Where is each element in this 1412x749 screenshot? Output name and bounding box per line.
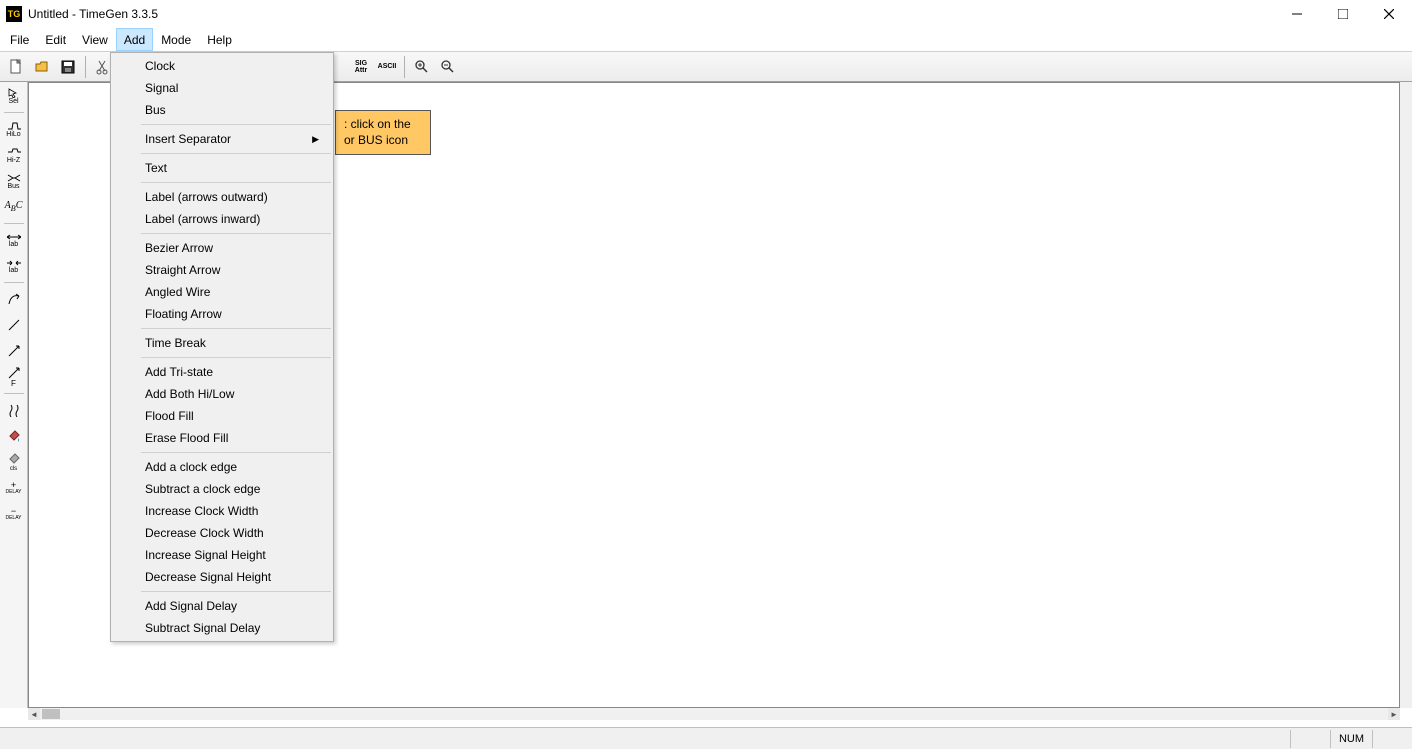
menu-bar: File Edit View Add Mode Help — [0, 28, 1412, 52]
app-icon: TG — [6, 6, 22, 22]
new-file-button[interactable] — [4, 55, 28, 79]
hint-line1: : click on the — [344, 117, 411, 131]
menu-item-decrease-clock-width[interactable]: Decrease Clock Width — [111, 522, 333, 544]
left-tool-palette: Sel HiLo Hi-Z Bus ABC lab lab F cls +DEL… — [0, 82, 28, 708]
menu-separator — [141, 153, 331, 154]
hiz-tool[interactable]: Hi-Z — [2, 143, 26, 167]
zoom-out-button[interactable] — [436, 55, 460, 79]
status-panel-empty1 — [1290, 730, 1330, 748]
menu-separator — [141, 328, 331, 329]
menu-item-time-break[interactable]: Time Break — [111, 332, 333, 354]
hint-tooltip: : click on the or BUS icon — [335, 110, 431, 155]
menu-item-label-inward[interactable]: Label (arrows inward) — [111, 208, 333, 230]
status-bar: NUM — [0, 727, 1412, 749]
bezier-arrow-tool[interactable] — [2, 287, 26, 311]
palette-separator — [4, 223, 24, 224]
menu-view[interactable]: View — [74, 28, 116, 51]
scroll-right-icon[interactable]: ► — [1388, 708, 1400, 720]
subtract-delay-tool[interactable]: −DELAY — [2, 502, 26, 526]
menu-separator — [141, 124, 331, 125]
palette-separator — [4, 112, 24, 113]
menu-item-insert-separator[interactable]: Insert Separator ▶ — [111, 128, 333, 150]
sig-attr-button[interactable]: SIGAttr — [349, 55, 373, 79]
menu-separator — [141, 591, 331, 592]
add-delay-tool[interactable]: +DELAY — [2, 476, 26, 500]
menu-item-bezier-arrow[interactable]: Bezier Arrow — [111, 237, 333, 259]
palette-separator — [4, 393, 24, 394]
zoom-in-button[interactable] — [410, 55, 434, 79]
menu-item-erase-flood-fill[interactable]: Erase Flood Fill — [111, 427, 333, 449]
menu-item-increase-signal-height[interactable]: Increase Signal Height — [111, 544, 333, 566]
menu-separator — [141, 452, 331, 453]
menu-item-label: Insert Separator — [145, 132, 231, 146]
menu-item-add-clock-edge[interactable]: Add a clock edge — [111, 456, 333, 478]
palette-separator — [4, 282, 24, 283]
menu-separator — [141, 233, 331, 234]
toolbar-separator — [85, 56, 86, 78]
menu-item-subtract-signal-delay[interactable]: Subtract Signal Delay — [111, 617, 333, 639]
menu-item-clock[interactable]: Clock — [111, 55, 333, 77]
menu-item-decrease-signal-height[interactable]: Decrease Signal Height — [111, 566, 333, 588]
menu-item-add-both-hilow[interactable]: Add Both Hi/Low — [111, 383, 333, 405]
time-break-tool[interactable] — [2, 398, 26, 422]
erase-flood-tool[interactable]: cls — [2, 450, 26, 474]
menu-item-add-signal-delay[interactable]: Add Signal Delay — [111, 595, 333, 617]
menu-item-bus[interactable]: Bus — [111, 99, 333, 121]
vertical-scrollbar[interactable] — [1400, 82, 1412, 708]
menu-item-label-outward[interactable]: Label (arrows outward) — [111, 186, 333, 208]
menu-item-subtract-clock-edge[interactable]: Subtract a clock edge — [111, 478, 333, 500]
hilo-tool[interactable]: HiLo — [2, 117, 26, 141]
window-title: Untitled - TimeGen 3.3.5 — [28, 7, 158, 21]
submenu-arrow-icon: ▶ — [312, 134, 319, 145]
minimize-button[interactable] — [1274, 0, 1320, 28]
text-tool[interactable]: ABC — [2, 195, 26, 219]
scroll-left-icon[interactable]: ◄ — [28, 708, 40, 720]
angled-wire-tool[interactable] — [2, 339, 26, 363]
add-menu-dropdown: Clock Signal Bus Insert Separator▶ Text … — [110, 52, 334, 642]
horizontal-scrollbar[interactable]: ◄ ► — [28, 708, 1400, 720]
scroll-thumb[interactable] — [42, 709, 60, 719]
menu-item-text[interactable]: Text — [111, 157, 333, 179]
menu-help[interactable]: Help — [199, 28, 240, 51]
menu-item-signal[interactable]: Signal — [111, 77, 333, 99]
close-button[interactable] — [1366, 0, 1412, 28]
menu-file[interactable]: File — [2, 28, 37, 51]
abc-icon: ABC — [5, 201, 23, 213]
menu-mode[interactable]: Mode — [153, 28, 199, 51]
save-file-button[interactable] — [56, 55, 80, 79]
floating-arrow-tool[interactable]: F — [2, 365, 26, 389]
hint-line2: or BUS icon — [344, 133, 408, 147]
status-num-lock: NUM — [1330, 730, 1372, 748]
menu-add[interactable]: Add — [116, 28, 153, 51]
select-tool[interactable]: Sel — [2, 84, 26, 108]
label-outward-tool[interactable]: lab — [2, 228, 26, 252]
bus-tool[interactable]: Bus — [2, 169, 26, 193]
ascii-button[interactable]: ASCII — [375, 55, 399, 79]
menu-edit[interactable]: Edit — [37, 28, 74, 51]
menu-separator — [141, 357, 331, 358]
menu-item-flood-fill[interactable]: Flood Fill — [111, 405, 333, 427]
menu-item-increase-clock-width[interactable]: Increase Clock Width — [111, 500, 333, 522]
menu-item-add-tristate[interactable]: Add Tri-state — [111, 361, 333, 383]
toolbar-separator — [404, 56, 405, 78]
menu-item-straight-arrow[interactable]: Straight Arrow — [111, 259, 333, 281]
title-bar: TG Untitled - TimeGen 3.3.5 — [0, 0, 1412, 28]
status-panel-empty2 — [1372, 730, 1412, 748]
menu-item-angled-wire[interactable]: Angled Wire — [111, 281, 333, 303]
straight-arrow-tool[interactable] — [2, 313, 26, 337]
menu-item-floating-arrow[interactable]: Floating Arrow — [111, 303, 333, 325]
menu-separator — [141, 182, 331, 183]
label-inward-tool[interactable]: lab — [2, 254, 26, 278]
open-file-button[interactable] — [30, 55, 54, 79]
maximize-button[interactable] — [1320, 0, 1366, 28]
flood-fill-tool[interactable] — [2, 424, 26, 448]
window-controls — [1274, 0, 1412, 28]
